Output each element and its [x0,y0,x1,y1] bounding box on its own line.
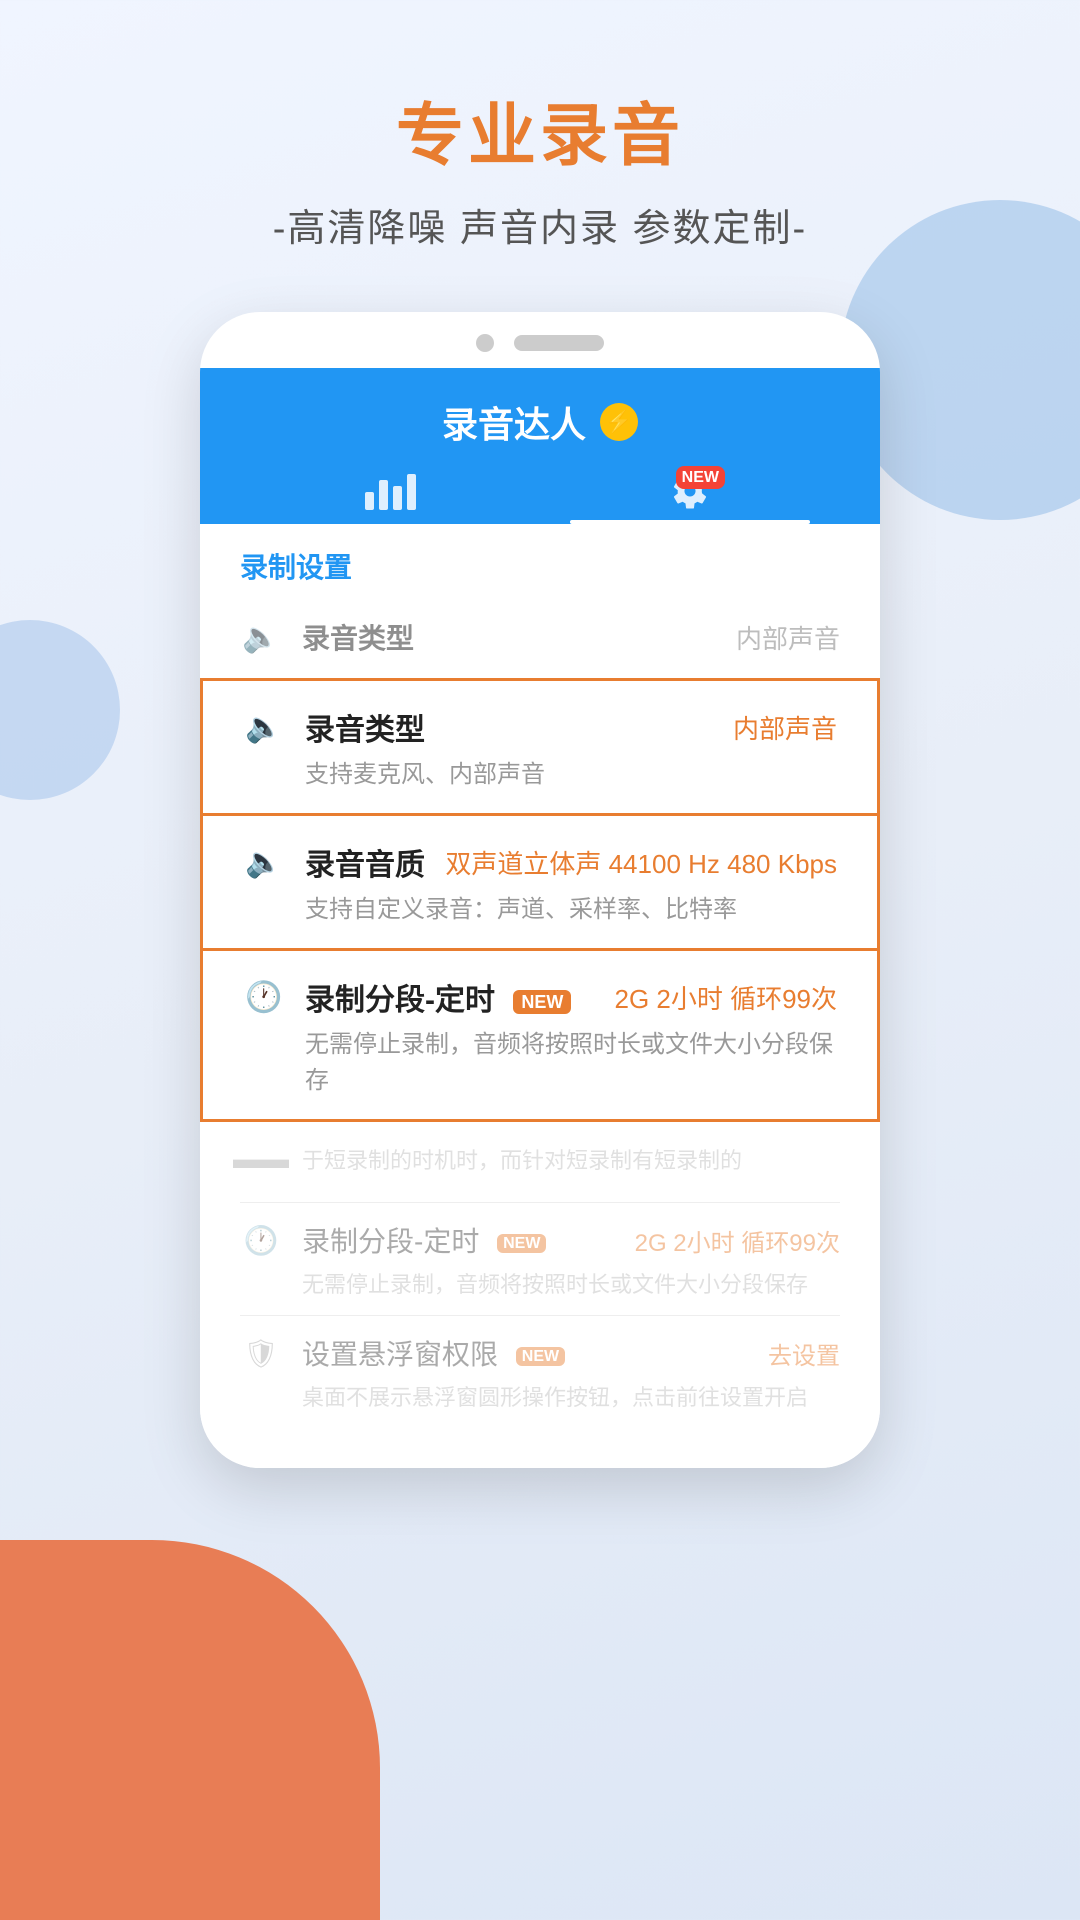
row-desc-segment: 无需停止录制，音频将按照时长或文件大小分段保存 [243,1027,837,1099]
setting-row-bg-type: 🔈 录音类型 内部声音 [200,596,880,678]
lower-label-float: 设置悬浮窗权限 NEW [302,1333,768,1373]
highlighted-row-quality[interactable]: 🔈 录音音质 双声道立体声 44100 Hz 480 Kbps 支持自定义录音：… [200,816,880,951]
app-title: 录音达人 [442,396,586,448]
speaker-icon-2: 🔈 [243,841,285,883]
row-label-quality: 录音音质 [305,840,445,884]
speaker-icon-1: 🔈 [243,706,285,748]
app-title-badge: ⚡ [600,403,638,441]
app-tabs: NEW [240,472,840,524]
phone-body-lower: 🕐 录制分段-定时 NEW 2G 2小时 循环99次 无需停止录制，音频将按照时… [200,1203,880,1428]
row-desc-quality: 支持自定义录音：声道、采样率、比特率 [243,892,837,928]
lower-label-segment: 录制分段-定时 NEW [302,1220,635,1260]
lower-row-float[interactable]: 🛡 设置悬浮窗权限 NEW 去设置 桌面不展示悬浮窗圆形操作按钮，点击前往设置开… [200,1316,880,1428]
clock-icon-1: 🕐 [243,976,285,1018]
phone-mockup: 录音达人 ⚡ [200,312,880,1468]
phone-dot [476,334,494,352]
row-label-segment: 录制分段-定时 NEW [305,975,614,1019]
lower-value-float: 去设置 [768,1336,840,1371]
speaker-icon-bg: 🔈 [240,616,282,658]
settings-new-badge: NEW [676,466,725,489]
phone-bottom-padding [200,1428,880,1468]
dim-icon-placeholder: ▬▬ [240,1138,282,1180]
bar4 [407,474,416,510]
phone-speaker-bar [514,335,604,351]
segment-new-tag: NEW [513,990,571,1014]
dim-row-overlap: ▬▬ 于短录制的时机时，而针对短录制有短录制的 [200,1122,880,1202]
lower-new-tag-2: NEW [516,1347,565,1366]
highlighted-rows-container: 🔈 录音类型 内部声音 支持麦克风、内部声音 🔈 录音音质 双声道立体声 441… [200,678,880,1122]
bar3 [393,486,402,510]
tab-settings[interactable]: NEW [540,472,840,524]
bar1 [365,492,374,510]
lower-new-tag-1: NEW [497,1234,546,1253]
bars-icon [365,472,416,510]
lightning-icon: ⚡ [605,409,632,435]
lower-desc-float: 桌面不展示悬浮窗圆形操作按钮，点击前往设置开启 [240,1380,840,1412]
dim-row-label-placeholder: 于短录制的时机时，而针对短录制有短录制的 [302,1143,840,1175]
phone-top-bar [200,312,880,368]
settings-label: 录制设置 [200,524,880,596]
app-header-title-row: 录音达人 ⚡ [240,396,840,448]
sub-title: -高清降噪 声音内录 参数定制- [273,197,807,252]
row-value-type: 内部声音 [733,709,837,746]
bar2 [379,480,388,510]
app-header: 录音达人 ⚡ [200,368,880,524]
gear-icon-wrap: NEW [665,472,715,510]
clock-icon-lower: 🕐 [240,1219,282,1261]
highlighted-row-type[interactable]: 🔈 录音类型 内部声音 支持麦克风、内部声音 [200,678,880,816]
row-value-bg: 内部声音 [736,619,840,656]
lower-row-segment[interactable]: 🕐 录制分段-定时 NEW 2G 2小时 循环99次 无需停止录制，音频将按照时… [200,1203,880,1315]
shield-icon-lower: 🛡 [240,1332,282,1374]
main-title: 专业录音 [396,80,684,179]
lower-value-segment: 2G 2小时 循环99次 [635,1223,840,1258]
tab-recordings[interactable] [240,472,540,524]
highlighted-row-segment[interactable]: 🕐 录制分段-定时 NEW 2G 2小时 循环99次 无需停止录制，音频将按照时… [200,951,880,1122]
bg-shape-bottom-left [0,1540,380,1920]
lower-desc-segment: 无需停止录制，音频将按照时长或文件大小分段保存 [240,1267,840,1299]
row-label-type: 录音类型 [305,705,733,749]
row-desc-type: 支持麦克风、内部声音 [243,757,837,793]
row-value-quality: 双声道立体声 44100 Hz 480 Kbps [445,844,837,881]
row-value-segment: 2G 2小时 循环99次 [614,979,837,1016]
row-label-bg: 录音类型 [302,617,736,657]
